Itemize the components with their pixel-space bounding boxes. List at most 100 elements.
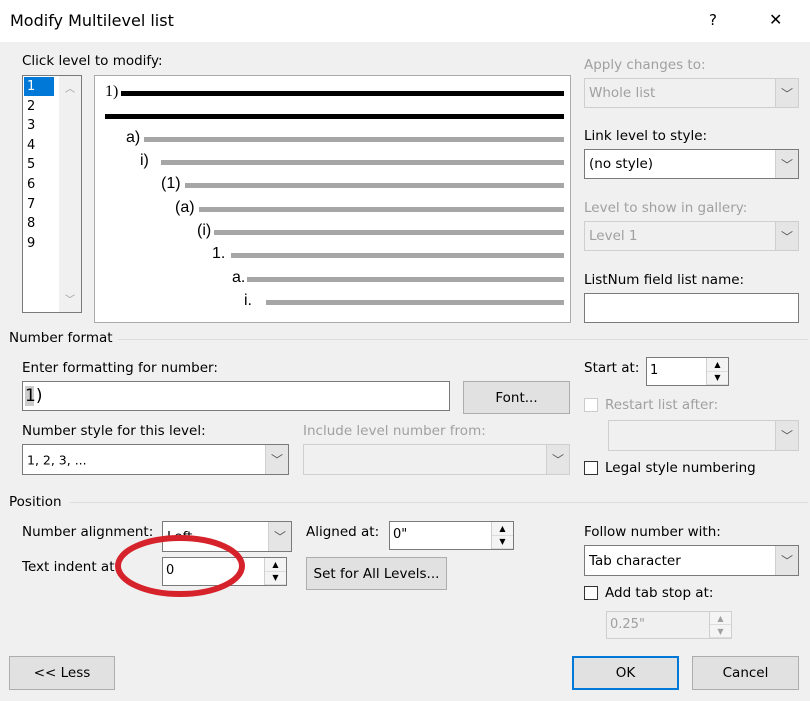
gallery-level-select: Level 1 ﹀ xyxy=(584,221,799,251)
position-heading: Position xyxy=(9,494,62,510)
chevron-down-icon: ﹀ xyxy=(775,150,798,178)
enter-formatting-value: 1) xyxy=(25,386,43,406)
level-item[interactable]: 5 xyxy=(24,155,54,174)
spin-down-icon[interactable]: ▼ xyxy=(492,535,513,549)
listnum-label: ListNum field list name: xyxy=(584,272,745,288)
text-indent-label: Text indent at: xyxy=(22,559,120,575)
restart-select: ﹀ xyxy=(608,420,799,451)
start-at-value: 1 xyxy=(650,363,659,378)
scroll-up-icon[interactable]: ︿ xyxy=(65,80,75,95)
restart-label: Restart list after: xyxy=(605,397,719,413)
chevron-down-icon: ﹀ xyxy=(775,546,798,575)
spin-down-icon[interactable]: ▼ xyxy=(707,371,728,385)
preview-number: 1) xyxy=(105,83,119,100)
spin-up-icon[interactable]: ▲ xyxy=(492,522,513,536)
chevron-down-icon: ﹀ xyxy=(775,222,798,250)
divider xyxy=(118,339,808,340)
add-tab-stop-value: 0.25" xyxy=(610,617,645,632)
link-level-label: Link level to style: xyxy=(584,128,708,144)
preview-number: (i) xyxy=(197,222,212,239)
apply-changes-select: Whole list ﹀ xyxy=(584,78,799,108)
font-button[interactable]: Font... xyxy=(463,381,570,414)
follow-number-select[interactable]: Tab character ﹀ xyxy=(584,545,799,576)
preview-line xyxy=(105,114,564,119)
level-item[interactable]: 3 xyxy=(24,116,54,135)
preview-line xyxy=(121,91,564,96)
preview-number: i. xyxy=(244,292,252,309)
preview-line xyxy=(247,277,564,282)
gallery-level-value: Level 1 xyxy=(589,228,638,244)
chevron-down-icon: ﹀ xyxy=(268,522,291,551)
add-tab-stop-spinner: 0.25" ▲ ▼ xyxy=(606,611,732,639)
less-button[interactable]: << Less xyxy=(9,656,115,690)
chevron-down-icon: ﹀ xyxy=(775,421,798,450)
set-all-levels-button[interactable]: Set for All Levels... xyxy=(306,557,447,590)
number-format-heading: Number format xyxy=(9,330,113,346)
aligned-at-value: 0" xyxy=(393,527,408,542)
preview-line xyxy=(214,230,564,235)
level-item[interactable]: 6 xyxy=(24,175,54,194)
legal-style-checkbox[interactable] xyxy=(584,461,598,475)
help-button[interactable]: ? xyxy=(709,11,717,29)
start-at-label: Start at: xyxy=(584,360,640,376)
preview-line xyxy=(266,300,564,305)
close-button[interactable]: ✕ xyxy=(769,10,782,29)
level-scrollbar[interactable]: ︿ ﹀ xyxy=(59,76,81,312)
enter-formatting-input[interactable]: 1) xyxy=(22,381,450,411)
apply-changes-label: Apply changes to: xyxy=(584,57,706,73)
level-item[interactable]: 8 xyxy=(24,214,54,233)
number-style-select[interactable]: 1, 2, 3, ... ﹀ xyxy=(22,444,289,475)
level-list[interactable]: 123456789 ︿ ﹀ xyxy=(22,75,82,313)
restart-checkbox xyxy=(584,398,598,412)
dialog-title: Modify Multilevel list xyxy=(10,11,174,30)
ok-button[interactable]: OK xyxy=(572,656,679,690)
link-level-select[interactable]: (no style) ﹀ xyxy=(584,149,799,179)
preview-line xyxy=(144,137,564,142)
include-level-select: ﹀ xyxy=(303,444,570,475)
level-preview xyxy=(94,75,571,323)
include-level-label: Include level number from: xyxy=(303,423,486,439)
preview-number: 1. xyxy=(212,245,226,262)
spin-up-icon: ▲ xyxy=(710,612,731,625)
follow-number-value: Tab character xyxy=(589,552,681,569)
scroll-down-icon[interactable]: ﹀ xyxy=(65,291,75,306)
level-item[interactable]: 2 xyxy=(24,97,54,116)
add-tab-stop-checkbox[interactable] xyxy=(584,586,598,600)
preview-line xyxy=(185,183,564,188)
aligned-at-spinner[interactable]: 0" ▲ ▼ xyxy=(389,521,514,550)
enter-formatting-label: Enter formatting for number: xyxy=(22,360,218,376)
preview-line xyxy=(231,253,564,258)
spin-up-icon[interactable]: ▲ xyxy=(265,558,286,572)
preview-number: i) xyxy=(140,152,149,169)
divider xyxy=(70,502,808,503)
level-item[interactable]: 9 xyxy=(24,234,54,253)
preview-line xyxy=(161,160,564,165)
red-annotation-circle xyxy=(115,535,245,597)
add-tab-stop-label: Add tab stop at: xyxy=(605,585,714,601)
legal-style-label: Legal style numbering xyxy=(605,460,756,476)
level-item[interactable]: 4 xyxy=(24,136,54,155)
level-item[interactable]: 1 xyxy=(24,77,54,96)
chevron-down-icon: ﹀ xyxy=(775,79,798,107)
cancel-button[interactable]: Cancel xyxy=(692,656,799,690)
preview-number: (a) xyxy=(175,199,195,216)
follow-number-label: Follow number with: xyxy=(584,524,721,540)
spin-down-icon[interactable]: ▼ xyxy=(265,571,286,585)
link-level-value: (no style) xyxy=(589,156,654,172)
listnum-input[interactable] xyxy=(584,293,799,323)
start-at-spinner[interactable]: 1 ▲ ▼ xyxy=(646,357,729,386)
preview-number: a. xyxy=(232,269,246,286)
preview-number: a) xyxy=(126,129,141,146)
apply-changes-value: Whole list xyxy=(589,85,656,101)
levels-label: Click level to modify: xyxy=(22,53,163,69)
number-style-value: 1, 2, 3, ... xyxy=(27,452,87,467)
level-item[interactable]: 7 xyxy=(24,195,54,214)
spin-up-icon[interactable]: ▲ xyxy=(707,358,728,372)
chevron-down-icon: ﹀ xyxy=(265,445,288,474)
spin-down-icon: ▼ xyxy=(710,625,731,638)
aligned-at-label: Aligned at: xyxy=(306,524,380,540)
preview-number: (1) xyxy=(161,175,181,192)
number-style-label: Number style for this level: xyxy=(22,423,206,439)
chevron-down-icon: ﹀ xyxy=(546,445,569,474)
gallery-level-label: Level to show in gallery: xyxy=(584,200,748,216)
